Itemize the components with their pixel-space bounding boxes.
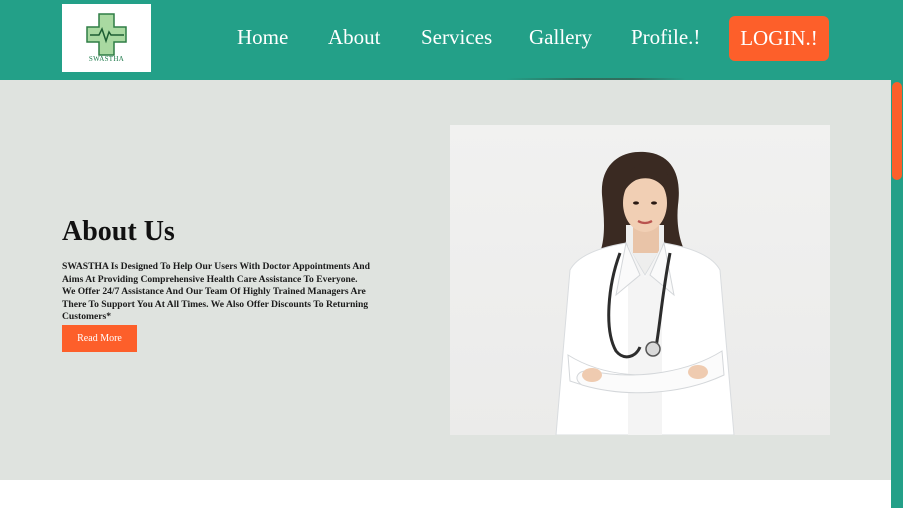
doctor-illustration: [555, 151, 735, 435]
top-navbar: SWASTHA Home About Services Gallery Prof…: [0, 0, 903, 80]
scrollbar-thumb[interactable]: [892, 82, 902, 180]
about-description: SWASTHA Is Designed To Help Our Users Wi…: [62, 261, 370, 323]
about-title: About Us: [62, 216, 175, 247]
about-section: About Us SWASTHA Is Designed To Help Our…: [0, 80, 891, 480]
nav-link-profile[interactable]: Profile.!: [631, 25, 700, 50]
doctor-photo: [450, 125, 830, 435]
nav-link-gallery[interactable]: Gallery: [529, 25, 592, 50]
nav-link-services[interactable]: Services: [421, 25, 492, 50]
brand-logo[interactable]: SWASTHA: [62, 4, 151, 72]
nav-link-about[interactable]: About: [328, 25, 381, 50]
page-bottom-area: [0, 480, 891, 508]
read-more-button[interactable]: Read More: [62, 325, 137, 352]
brand-name: SWASTHA: [88, 55, 125, 63]
login-button[interactable]: LOGIN.!: [729, 16, 829, 61]
nav-link-home[interactable]: Home: [237, 25, 288, 50]
